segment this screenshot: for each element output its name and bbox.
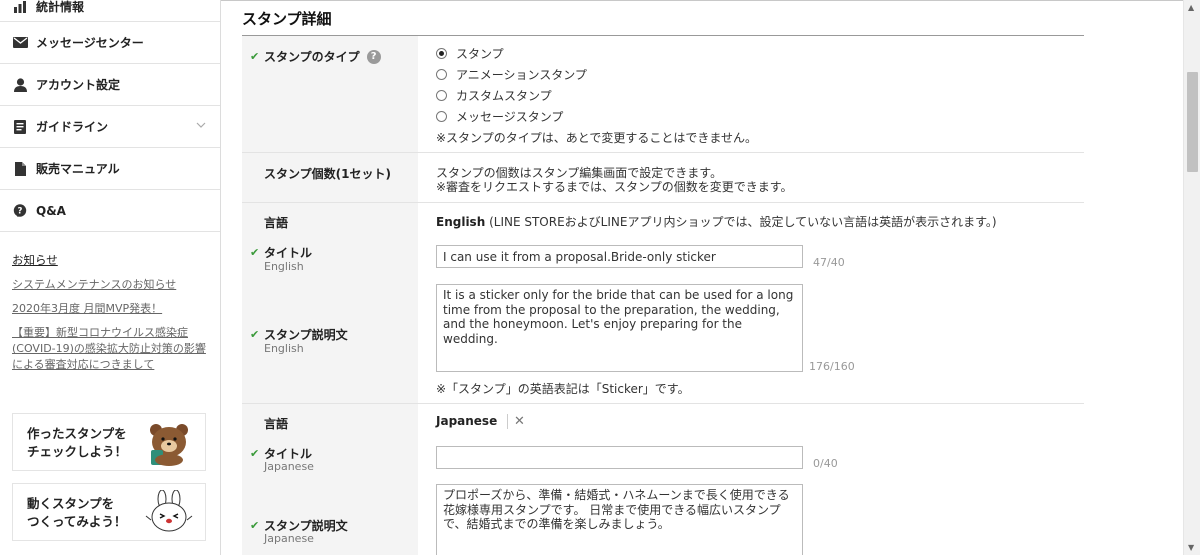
scrollbar-thumb[interactable]: [1187, 72, 1198, 172]
user-icon: [12, 77, 28, 93]
check-icon: ✔: [250, 246, 260, 259]
radio-button[interactable]: [436, 90, 447, 101]
qa-bubble-icon: ?: [12, 203, 28, 219]
title-sublabel: English: [264, 260, 304, 273]
check-icon: ✔: [250, 50, 260, 63]
notice-section: お知らせ システムメンテナンスのお知らせ 2020年3月度 月間MVP発表！ 【…: [0, 232, 220, 373]
sidebar-item-sales-manual[interactable]: 販売マニュアル: [0, 148, 220, 190]
scroll-down-icon[interactable]: ▼: [1188, 543, 1194, 552]
sticker-count-label: スタンプ個数(1セット): [250, 165, 391, 182]
title-input-english[interactable]: I can use it from a proposal.Bride-only …: [436, 245, 803, 268]
sidebar-item-label: Q&A: [36, 203, 66, 218]
check-icon: ✔: [250, 447, 260, 460]
label-text: 言語: [264, 216, 289, 230]
language-note: (LINE STOREおよびLINEアプリ内ショップでは、設定していない言語は英…: [489, 215, 997, 229]
language-indicator: English (LINE STOREおよびLINEアプリ内ショップでは、設定し…: [436, 213, 997, 230]
scrollbar[interactable]: ▲ ▼: [1183, 0, 1200, 555]
radio-sticker[interactable]: スタンプ: [436, 45, 504, 62]
radio-label: メッセージスタンプ: [456, 110, 564, 124]
description-label: ✔ スタンプ説明文: [250, 326, 348, 343]
envelope-icon: [12, 35, 28, 51]
radio-button-selected[interactable]: [436, 48, 447, 59]
sticker-type-row: ✔ スタンプのタイプ ? スタンプ アニメーションスタンプ カスタムスタンプ メ…: [242, 36, 1084, 153]
sticker-type-label: ✔ スタンプのタイプ ?: [250, 48, 381, 65]
promo-line: つくってみよう！: [27, 514, 127, 529]
label-text: 言語: [264, 417, 289, 431]
description-textarea-english[interactable]: It is a sticker only for the bride that …: [436, 284, 803, 372]
promo-line: 作ったスタンプを: [27, 426, 127, 441]
radio-label: カスタムスタンプ: [456, 89, 552, 103]
title-sublabel: Japanese: [264, 460, 314, 473]
radio-button[interactable]: [436, 69, 447, 80]
label-column: [242, 203, 418, 403]
sidebar-item-guideline[interactable]: ガイドライン: [0, 106, 220, 148]
description-sublabel: English: [264, 342, 304, 355]
check-icon: ✔: [250, 519, 260, 532]
language-label: 言語: [250, 415, 288, 432]
sidebar-item-label: ガイドライン: [36, 120, 109, 134]
label-text: タイトル: [264, 246, 313, 260]
sidebar-item-stats[interactable]: 統計情報: [0, 0, 220, 22]
help-icon[interactable]: ?: [366, 49, 381, 64]
radio-animation-sticker[interactable]: アニメーションスタンプ: [436, 66, 587, 83]
promo-line: 動くスタンプを: [27, 496, 115, 511]
notice-link[interactable]: 【重要】新型コロナウイルス感染症(COVID-19)の感染拡大防止対策の影響によ…: [12, 325, 208, 373]
radio-custom-sticker[interactable]: カスタムスタンプ: [436, 87, 552, 104]
char-counter: 0/40: [813, 457, 838, 470]
sidebar-item-label: 販売マニュアル: [36, 162, 120, 176]
sidebar-item-label: 統計情報: [36, 0, 85, 14]
notice-link[interactable]: システムメンテナンスのお知らせ: [12, 277, 208, 293]
remove-language-icon[interactable]: ✕: [507, 414, 525, 429]
chart-icon: [12, 0, 28, 15]
file-icon: [12, 161, 28, 177]
sidebar-item-qa[interactable]: ? Q&A: [0, 190, 220, 232]
chevron-down-icon[interactable]: [196, 120, 206, 131]
sidebar: 統計情報 メッセージセンター アカウント設定 ガイドライン 販売マニュアル ? …: [0, 0, 221, 555]
notice-link[interactable]: 2020年3月度 月間MVP発表！: [12, 301, 208, 317]
char-counter: 47/40: [813, 256, 845, 269]
notice-title: お知らせ: [12, 253, 58, 267]
promo-line: チェックしよう！: [27, 444, 128, 459]
count-note: ※審査をリクエストするまでは、スタンプの個数を変更できます。: [436, 180, 793, 194]
radio-label: スタンプ: [456, 47, 504, 61]
english-language-block: 言語 English (LINE STOREおよびLINEアプリ内ショップでは、…: [242, 203, 1084, 404]
sidebar-item-message-center[interactable]: メッセージセンター: [0, 22, 220, 64]
char-counter: 176/160: [809, 360, 855, 373]
label-text: スタンプ個数(1セット): [264, 167, 391, 181]
label-text: スタンプのタイプ: [264, 50, 360, 64]
title-input-japanese[interactable]: [436, 446, 803, 469]
scroll-up-icon[interactable]: ▲: [1188, 3, 1194, 12]
type-note: ※スタンプのタイプは、あとで変更することはできません。: [436, 131, 757, 145]
promo-text: 動くスタンプを つくってみよう！: [27, 495, 126, 531]
radio-button[interactable]: [436, 111, 447, 122]
language-indicator: Japanese ✕: [436, 414, 525, 429]
rabbit-character-icon: [145, 489, 193, 536]
radio-message-sticker[interactable]: メッセージスタンプ: [436, 108, 563, 125]
promo-banner-animated-stickers[interactable]: 動くスタンプを つくってみよう！: [12, 483, 206, 541]
sticker-count-row: スタンプ個数(1セット) スタンプの個数はスタンプ編集画面で設定できます。 ※審…: [242, 153, 1084, 203]
description-textarea-japanese[interactable]: プロポーズから、準備・結婚式・ハネムーンまで長く使用できる花嫁様専用スタンプです…: [436, 484, 803, 555]
promo-text: 作ったスタンプを チェックしよう！: [27, 425, 127, 461]
description-sublabel: Japanese: [264, 532, 314, 545]
japanese-language-block: 言語 Japanese ✕ ✔ タイトル Japanese 0/40 ✔ スタン…: [242, 404, 1084, 555]
radio-label: アニメーションスタンプ: [456, 68, 587, 82]
language-name: English: [436, 215, 486, 229]
sidebar-item-account-settings[interactable]: アカウント設定: [0, 64, 220, 106]
promo-banner-check-stickers[interactable]: 作ったスタンプを チェックしよう！: [12, 413, 206, 471]
bear-character-icon: [145, 420, 193, 466]
svg-text:?: ?: [18, 206, 23, 216]
check-icon: ✔: [250, 328, 260, 341]
page-title: スタンプ詳細: [242, 10, 332, 28]
language-label: 言語: [250, 214, 288, 231]
label-text: スタンプ説明文: [264, 328, 348, 342]
title-label: ✔ タイトル: [250, 244, 312, 261]
document-icon: [12, 119, 28, 135]
sidebar-item-label: メッセージセンター: [36, 36, 144, 50]
sidebar-item-label: アカウント設定: [36, 78, 121, 92]
sticker-english-note: ※「スタンプ」の英語表記は「Sticker」です。: [436, 382, 690, 396]
language-name: Japanese: [436, 414, 498, 428]
